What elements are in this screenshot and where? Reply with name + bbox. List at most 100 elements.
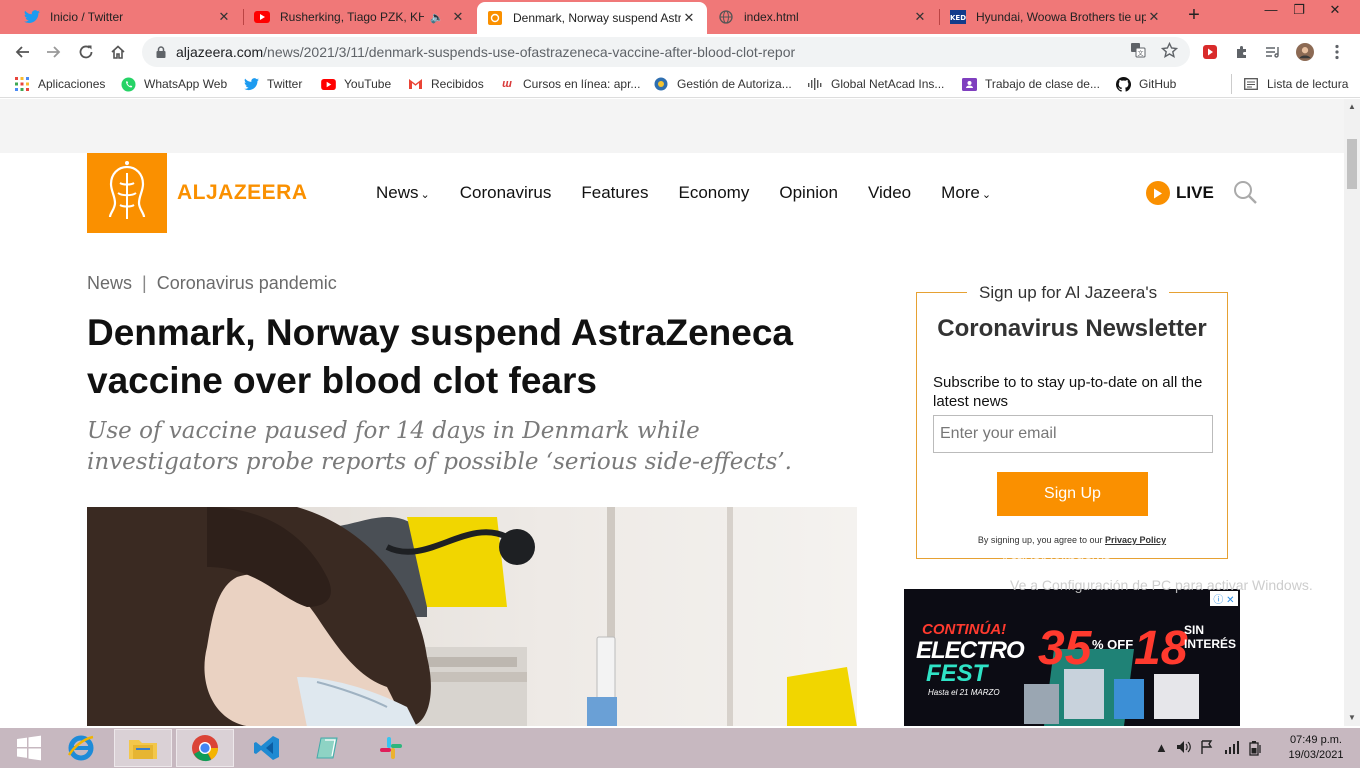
close-window-button[interactable]: ✕ bbox=[1320, 2, 1350, 18]
breadcrumb-topic[interactable]: Coronavirus pandemic bbox=[157, 273, 337, 293]
media-control-icon[interactable] bbox=[1264, 43, 1282, 61]
nav-news[interactable]: News ⌄ bbox=[376, 183, 430, 203]
profile-avatar-icon[interactable] bbox=[1296, 43, 1314, 61]
taskbar-app[interactable] bbox=[300, 729, 358, 767]
back-button[interactable] bbox=[10, 40, 34, 64]
scroll-down-icon[interactable]: ▼ bbox=[1347, 713, 1357, 722]
youtube-icon bbox=[320, 76, 336, 92]
nav-economy[interactable]: Economy bbox=[678, 183, 749, 203]
main-nav: News ⌄ Coronavirus Features Economy Opini… bbox=[376, 183, 1021, 203]
scroll-up-icon[interactable]: ▲ bbox=[1347, 102, 1357, 111]
taskbar-ie[interactable] bbox=[52, 729, 110, 767]
bookmark-whatsapp[interactable]: WhatsApp Web bbox=[120, 76, 227, 92]
extension-red-icon[interactable] bbox=[1201, 43, 1219, 61]
tray-chevron-up-icon[interactable]: ▲ bbox=[1155, 740, 1168, 755]
close-icon[interactable]: ✕ bbox=[216, 9, 232, 25]
internet-explorer-icon bbox=[67, 735, 94, 761]
nav-opinion[interactable]: Opinion bbox=[779, 183, 838, 203]
extensions-puzzle-icon[interactable] bbox=[1233, 43, 1251, 61]
taskbar-explorer[interactable] bbox=[114, 729, 172, 767]
bookmark-star-icon[interactable] bbox=[1160, 41, 1179, 63]
restore-button[interactable]: ❐ bbox=[1284, 2, 1314, 18]
electrofest-ad[interactable]: CONTINÚA! ELECTRO FEST Hasta el 21 MARZO… bbox=[904, 589, 1240, 726]
minimize-button[interactable]: — bbox=[1256, 2, 1286, 17]
forward-button[interactable] bbox=[42, 40, 66, 64]
search-icon[interactable] bbox=[1232, 179, 1258, 205]
nav-coronavirus[interactable]: Coronavirus bbox=[460, 183, 552, 203]
reading-list-icon bbox=[1243, 76, 1259, 92]
newsletter-title: Coronavirus Newsletter bbox=[937, 315, 1207, 342]
bookmark-recibidos[interactable]: Recibidos bbox=[407, 76, 484, 92]
slack-icon bbox=[380, 737, 402, 759]
bookmark-gestion[interactable]: Gestión de Autoriza... bbox=[653, 76, 792, 92]
close-icon[interactable]: ✕ bbox=[1146, 9, 1162, 25]
url-host: aljazeera.com bbox=[176, 44, 264, 60]
vscode-icon bbox=[254, 736, 279, 760]
tab-twitter[interactable]: Inicio / Twitter ✕ bbox=[14, 0, 242, 34]
whatsapp-icon bbox=[120, 76, 136, 92]
bookmark-cursos[interactable]: ɯ Cursos en línea: apr... bbox=[499, 76, 640, 92]
reload-button[interactable] bbox=[74, 40, 98, 64]
battery-icon[interactable] bbox=[1249, 740, 1263, 759]
breadcrumb: News | Coronavirus pandemic bbox=[87, 273, 337, 294]
bookmark-aplicaciones[interactable]: Aplicaciones bbox=[14, 76, 105, 92]
bookmarks-bar: Aplicaciones WhatsApp Web Twitter YouTub… bbox=[0, 70, 1360, 98]
address-bar[interactable]: aljazeera.com/news/2021/3/11/denmark-sus… bbox=[142, 37, 1190, 67]
nav-video[interactable]: Video bbox=[868, 183, 911, 203]
windows-activation-text: Ve a Configuración de PC para activar Wi… bbox=[1010, 577, 1313, 593]
ad-discount-number: 35 bbox=[1038, 622, 1092, 675]
new-tab-button[interactable]: + bbox=[1182, 4, 1206, 27]
privacy-policy-link[interactable]: Privacy Policy bbox=[1105, 535, 1166, 545]
network-signal-icon[interactable] bbox=[1224, 740, 1240, 757]
menu-kebab-icon[interactable] bbox=[1328, 43, 1346, 61]
page-scrollbar[interactable]: ▲ ▼ bbox=[1344, 99, 1360, 726]
tab-title: Inicio / Twitter bbox=[50, 10, 124, 24]
bookmark-netacad[interactable]: Global NetAcad Ins... bbox=[807, 76, 944, 92]
close-icon[interactable]: ✕ bbox=[450, 9, 466, 25]
clock-date: 19/03/2021 bbox=[1288, 749, 1344, 761]
taskbar-vscode[interactable] bbox=[238, 729, 296, 767]
newsletter-kicker: Sign up for Al Jazeera's bbox=[967, 283, 1170, 303]
bookmark-youtube[interactable]: YouTube bbox=[320, 76, 391, 92]
scrollbar-thumb[interactable] bbox=[1347, 139, 1357, 189]
newsletter-signup-button[interactable]: Sign Up bbox=[997, 472, 1148, 516]
bookmark-label: WhatsApp Web bbox=[144, 77, 228, 91]
action-center-flag-icon[interactable] bbox=[1200, 740, 1214, 757]
taskbar-chrome[interactable] bbox=[176, 729, 234, 767]
home-button[interactable] bbox=[106, 40, 130, 64]
bookmark-github[interactable]: GitHub bbox=[1115, 76, 1176, 92]
tab-youtube[interactable]: Rusherking, Tiago PZK, KHEA 🔈 ✕ bbox=[244, 0, 476, 34]
newsletter-email-input[interactable] bbox=[933, 415, 1213, 453]
aljazeera-icon bbox=[487, 10, 503, 26]
taskbar-slack[interactable] bbox=[362, 729, 420, 767]
speaker-icon[interactable]: 🔈 bbox=[430, 11, 444, 24]
volume-icon[interactable] bbox=[1176, 740, 1191, 757]
tab-aljazeera[interactable]: Denmark, Norway suspend AstraZeneca ✕ bbox=[477, 2, 707, 34]
breadcrumb-section[interactable]: News bbox=[87, 273, 132, 293]
ad-sin-interes: SIN INTERÉS bbox=[1184, 623, 1237, 651]
reading-list-button[interactable]: Lista de lectura bbox=[1243, 76, 1348, 92]
close-icon[interactable]: ✕ bbox=[681, 10, 697, 26]
twitter-icon bbox=[243, 76, 259, 92]
twitter-icon bbox=[24, 9, 40, 25]
aljazeera-logo-mark[interactable] bbox=[87, 153, 167, 233]
newsletter-description: Subscribe to to stay up-to-date on all t… bbox=[933, 374, 1203, 410]
ad-choices-close-icon[interactable]: ⓘ ✕ bbox=[1210, 591, 1238, 606]
tab-index[interactable]: index.html ✕ bbox=[708, 0, 938, 34]
nav-more[interactable]: More ⌄ bbox=[941, 183, 991, 203]
bookmark-label: Gestión de Autoriza... bbox=[677, 77, 792, 91]
start-button[interactable] bbox=[0, 729, 58, 767]
live-label: LIVE bbox=[1176, 183, 1214, 202]
nav-features[interactable]: Features bbox=[581, 183, 648, 203]
tab-hyundai[interactable]: KED Hyundai, Woowa Brothers tie up ✕ bbox=[940, 0, 1172, 34]
bookmark-trabajo[interactable]: Trabajo de clase de... bbox=[961, 76, 1100, 92]
app-glass-icon bbox=[316, 737, 338, 759]
taskbar-clock[interactable]: 07:49 p.m. 19/03/2021 bbox=[1278, 733, 1354, 763]
udemy-icon: ɯ bbox=[502, 78, 512, 90]
translate-icon[interactable]: 文 bbox=[1130, 42, 1146, 62]
back-arrow-icon bbox=[15, 46, 29, 58]
close-icon[interactable]: ✕ bbox=[912, 9, 928, 25]
live-button[interactable]: LIVE bbox=[1146, 181, 1214, 205]
bookmark-twitter[interactable]: Twitter bbox=[243, 76, 302, 92]
aljazeera-wordmark[interactable]: ALJAZEERA bbox=[177, 181, 308, 205]
